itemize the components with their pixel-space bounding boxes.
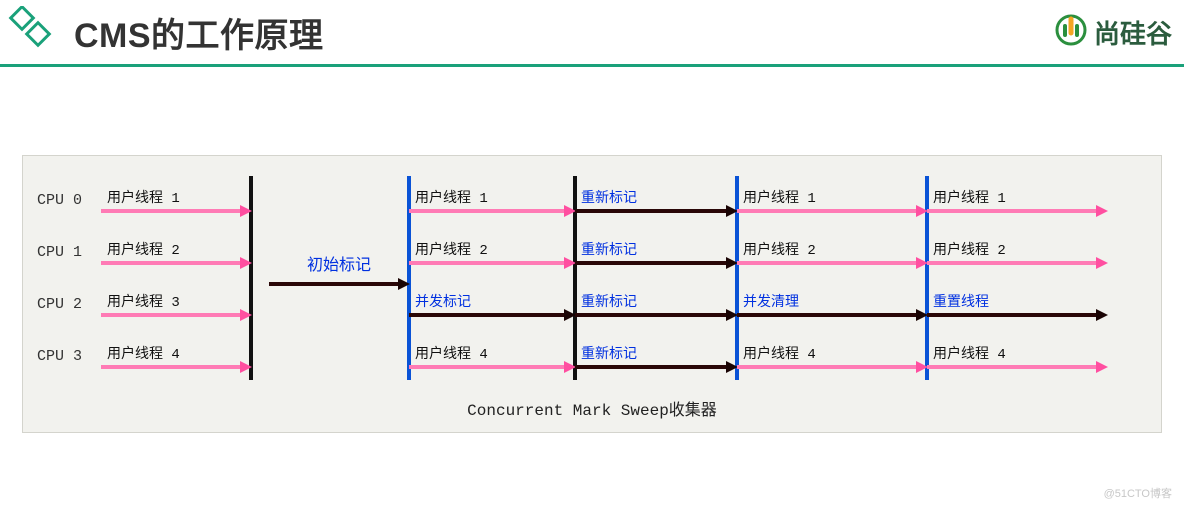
arrow-label: 并发清理 [737, 291, 927, 311]
user-thread-arrow [927, 208, 1107, 214]
user-thread-arrow [737, 260, 927, 266]
gc-thread-arrow [575, 260, 737, 266]
brand: 尚硅谷 [1054, 13, 1172, 52]
diagram-row: CPU 2 用户线程 3 并发标记 重新标记 并发清理 重置线程 [35, 278, 1149, 330]
user-thread-arrow [101, 364, 251, 370]
diagram-row: CPU 0 用户线程 1 用户线程 1 重新标记 用户线程 1 用户线程 1 [35, 174, 1149, 226]
arrow-label: 用户线程 2 [737, 239, 927, 259]
watermark: @51CTO博客 [1104, 485, 1172, 501]
arrow-label: 重新标记 [575, 187, 737, 207]
arrow-label: 用户线程 2 [101, 239, 251, 259]
arrow-label: 用户线程 1 [927, 187, 1107, 207]
diagram-caption: Concurrent Mark Sweep收集器 [35, 382, 1149, 424]
user-thread-arrow [101, 208, 251, 214]
arrow-label: 重置线程 [927, 291, 1107, 311]
gc-thread-arrow [269, 281, 409, 287]
user-thread-arrow [409, 260, 575, 266]
arrow-label: 用户线程 2 [409, 239, 575, 259]
arrow-label: 并发标记 [409, 291, 575, 311]
arrow-label: 用户线程 1 [737, 187, 927, 207]
gc-thread-arrow [575, 208, 737, 214]
arrow-label: 用户线程 1 [101, 187, 251, 207]
gc-thread-arrow [575, 312, 737, 318]
cpu-label: CPU 3 [35, 348, 101, 365]
arrow-label: 用户线程 4 [737, 343, 927, 363]
arrow-label: 重新标记 [575, 239, 737, 259]
user-thread-arrow [737, 208, 927, 214]
user-thread-arrow [101, 260, 251, 266]
gc-thread-arrow [927, 312, 1107, 318]
user-thread-arrow [927, 260, 1107, 266]
arrow-label: 重新标记 [575, 291, 737, 311]
slide-title: CMS的工作原理 [74, 8, 324, 57]
user-thread-arrow [101, 312, 251, 318]
arrow-label: 用户线程 4 [101, 343, 251, 363]
slide-header: CMS的工作原理 尚硅谷 [0, 0, 1184, 67]
user-thread-arrow [409, 208, 575, 214]
brand-text: 尚硅谷 [1094, 14, 1172, 51]
header-left: CMS的工作原理 [4, 6, 324, 58]
arrow-label: 用户线程 4 [409, 343, 575, 363]
cpu-label: CPU 2 [35, 296, 101, 313]
cpu-label: CPU 0 [35, 192, 101, 209]
diamond-icon [4, 6, 56, 58]
user-thread-arrow [927, 364, 1107, 370]
brand-logo-icon [1054, 13, 1088, 52]
arrow-label: 用户线程 3 [101, 291, 251, 311]
initial-mark-label: 初始标记 [269, 251, 409, 275]
gc-thread-arrow [575, 364, 737, 370]
arrow-label: 用户线程 1 [409, 187, 575, 207]
diagram-inner: CPU 0 用户线程 1 用户线程 1 重新标记 用户线程 1 用户线程 1 C… [35, 174, 1149, 382]
cms-diagram: CPU 0 用户线程 1 用户线程 1 重新标记 用户线程 1 用户线程 1 C… [22, 155, 1162, 433]
arrow-label: 重新标记 [575, 343, 737, 363]
cpu-label: CPU 1 [35, 244, 101, 261]
gc-thread-arrow [409, 312, 575, 318]
arrow-label: 用户线程 4 [927, 343, 1107, 363]
user-thread-arrow [409, 364, 575, 370]
gc-thread-arrow [737, 312, 927, 318]
diagram-row: CPU 3 用户线程 4 用户线程 4 重新标记 用户线程 4 用户线程 4 [35, 330, 1149, 382]
user-thread-arrow [737, 364, 927, 370]
diagram-row: CPU 1 用户线程 2 初始标记 用户线程 2 重新标记 用户线程 2 用户线… [35, 226, 1149, 278]
arrow-label: 用户线程 2 [927, 239, 1107, 259]
